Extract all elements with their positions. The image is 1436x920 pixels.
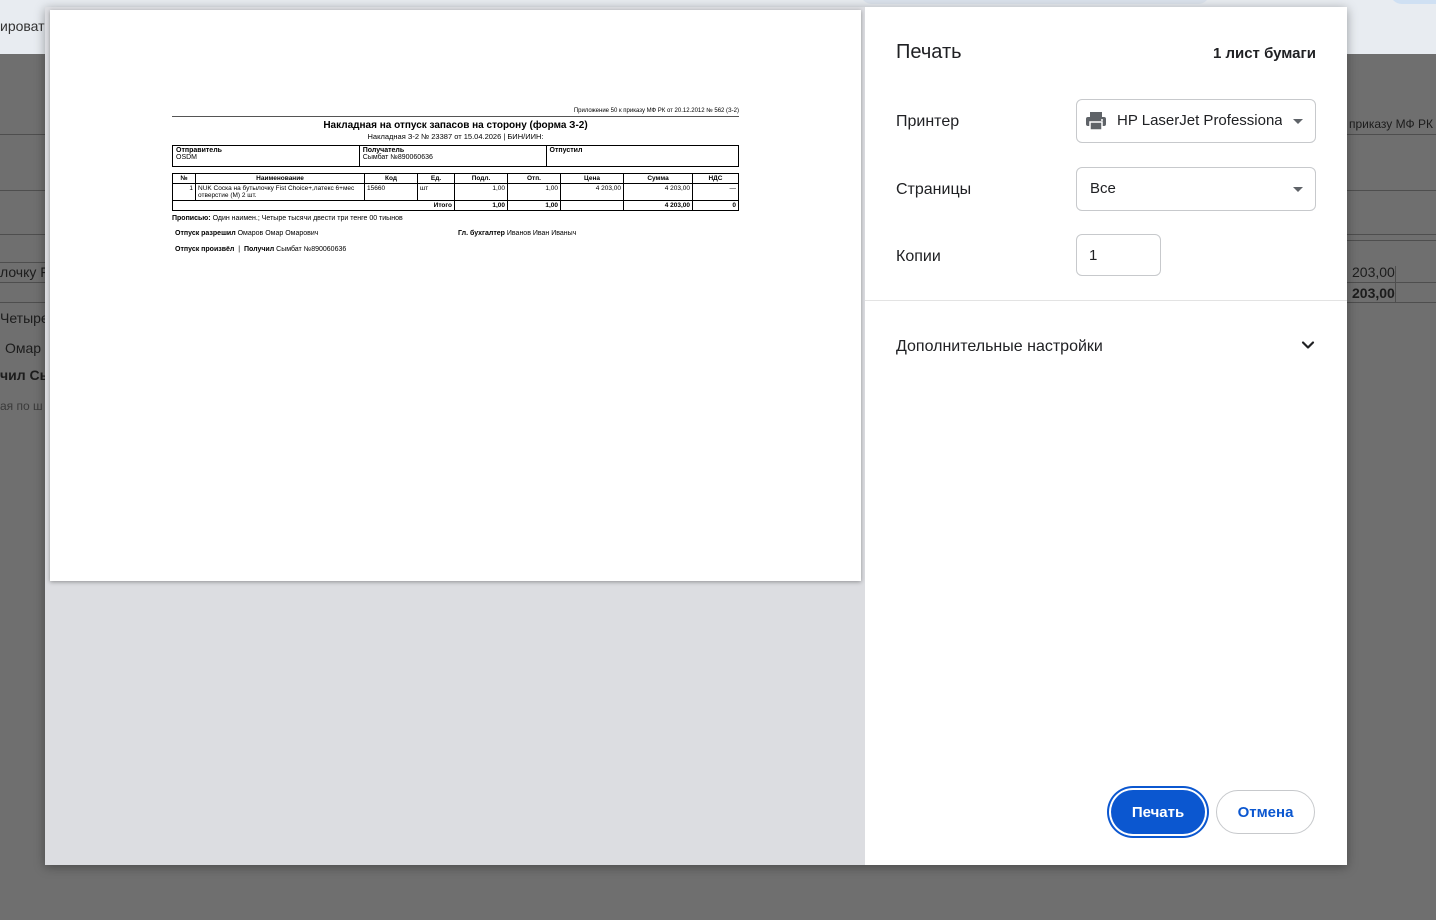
total-label: Итого [172, 200, 455, 211]
print-dialog: Приложение 50 к приказу МФ РК от 20.12.2… [45, 7, 1347, 865]
more-settings-label: Дополнительные настройки [896, 338, 1103, 355]
chevron-down-icon [1300, 337, 1316, 358]
dropdown-caret-icon [1293, 187, 1303, 192]
words-value: Один наимен.; Четыре тысячи двести три т… [212, 215, 403, 222]
issued-cell: Отпустил [545, 145, 740, 167]
background-divider [0, 302, 50, 303]
column-header: Ед. [417, 173, 455, 184]
settings-divider [865, 300, 1347, 301]
cancel-button[interactable]: Отмена [1216, 790, 1315, 834]
column-header: № [172, 173, 196, 184]
doc-appendix: Приложение 50 к приказу МФ РК от 20.12.2… [172, 108, 739, 117]
issued-label: Отпустил [549, 147, 583, 154]
address-bar [860, 0, 1210, 4]
copies-label: Копии [896, 248, 941, 265]
invoice-document: Приложение 50 к приказу МФ РК от 20.12.2… [172, 108, 740, 256]
received-label: Получил [243, 246, 275, 253]
background-divider [1346, 240, 1436, 241]
receiver-cell: Получатель Сымбат №890060636 [358, 145, 547, 167]
column-header: Сумма [623, 173, 693, 184]
background-text: чил Сы [0, 367, 52, 383]
accountant-label: Гл. бухгалтер [458, 230, 505, 237]
doc-title: Накладная на отпуск запасов на сторону (… [323, 120, 588, 131]
printer-select[interactable]: HP LaserJet Professional [1076, 99, 1316, 143]
words-label: Прописью: [172, 215, 211, 222]
printer-label: Принтер [896, 113, 960, 130]
allowed-label: Отпуск разрешил [175, 230, 236, 237]
allowed-value: Омаров Омар Омарович [237, 230, 319, 237]
preview-page: Приложение 50 к приказу МФ РК от 20.12.2… [50, 10, 861, 581]
row-code: 15660 [364, 183, 418, 201]
background-divider [0, 262, 50, 263]
background-cell: 203,00 [1352, 285, 1395, 301]
total-vat: 0 [692, 200, 739, 211]
doc-subtitle: Накладная З-2 № 23387 от 15.04.2026 | БИ… [367, 132, 544, 141]
print-button[interactable]: Печать [1111, 790, 1205, 834]
table-row: 1 NUK Соска на бутылочку Fist Choice+,ла… [172, 183, 739, 201]
row-qty-requested: 1,00 [454, 183, 508, 201]
background-text: ая по ш [0, 399, 43, 413]
background-text: Омар [5, 340, 42, 356]
column-header: Код [364, 173, 418, 184]
background-text: Четыре [0, 310, 49, 326]
total-qty-requested: 1,00 [454, 200, 508, 211]
pages-label: Страницы [896, 181, 972, 198]
received-value: Сымбат №890060636 [276, 246, 347, 253]
profile-pill [1390, 0, 1436, 4]
background-divider [0, 282, 50, 283]
row-vat: — [692, 183, 739, 201]
total-qty-issued: 1,00 [507, 200, 561, 211]
accountant-value: Иванов Иван Иваныч [506, 230, 577, 237]
items-header-row: № Наименование Код Ед. Подл. Отп. Цена С… [172, 173, 739, 184]
total-row: Итого 1,00 1,00 4 203,00 0 [172, 200, 739, 211]
printer-value: HP LaserJet Professional [1117, 112, 1282, 129]
parties-table: Отправитель OSDM Получатель Сымбат №8900… [172, 145, 740, 167]
receiver-value: Сымбат №890060636 [362, 154, 433, 161]
more-settings-toggle[interactable]: Дополнительные настройки [896, 329, 1316, 365]
row-qty-issued: 1,00 [507, 183, 561, 201]
column-header: Цена [560, 173, 624, 184]
column-header: Подл. [454, 173, 508, 184]
sender-label: Отправитель [176, 147, 222, 154]
sheet-count: 1 лист бумаги [1212, 45, 1316, 62]
column-header: Отп. [507, 173, 561, 184]
sender-cell: Отправитель OSDM [172, 145, 360, 167]
background-text: приказу МФ РК о [1349, 117, 1436, 131]
print-preview-area: Приложение 50 к приказу МФ РК от 20.12.2… [45, 7, 865, 865]
items-table: № Наименование Код Ед. Подл. Отп. Цена С… [172, 173, 739, 211]
dialog-title: Печать [896, 41, 962, 63]
row-name: NUK Соска на бутылочку Fist Choice+,лате… [195, 183, 365, 201]
background-cell: лочку F [0, 264, 49, 280]
dropdown-caret-icon [1293, 119, 1303, 124]
background-divider [1395, 266, 1396, 302]
row-unit: шт [417, 183, 455, 201]
print-settings-panel: Печать 1 лист бумаги Принтер HP LaserJet… [865, 7, 1347, 865]
sender-value: OSDM [176, 154, 197, 161]
pages-select[interactable]: Все [1076, 167, 1316, 211]
receiver-label: Получатель [362, 147, 405, 154]
signatures-row: Отпуск разрешил Омаров Омар Омарович Гл.… [172, 230, 739, 240]
background-cell: 203,00 [1352, 264, 1395, 280]
total-price [560, 200, 624, 211]
row-price: 4 203,00 [560, 183, 624, 201]
pages-value: Все [1090, 180, 1116, 197]
total-sum: 4 203,00 [623, 200, 693, 211]
column-header: Наименование [195, 173, 365, 184]
column-header: НДС [692, 173, 739, 184]
made-label: Отпуск произвёл [175, 246, 235, 253]
printer-icon [1085, 111, 1107, 136]
row-sum: 4 203,00 [623, 183, 693, 201]
amount-in-words: Прописью: Один наимен.; Четыре тысячи дв… [172, 215, 739, 222]
copies-input[interactable] [1076, 234, 1161, 276]
background-divider [1346, 302, 1436, 303]
signatures-row-2: Отпуск произвёл | Получил Сымбат №890060… [175, 246, 347, 253]
row-number: 1 [172, 183, 196, 201]
background-divider [1346, 282, 1436, 283]
